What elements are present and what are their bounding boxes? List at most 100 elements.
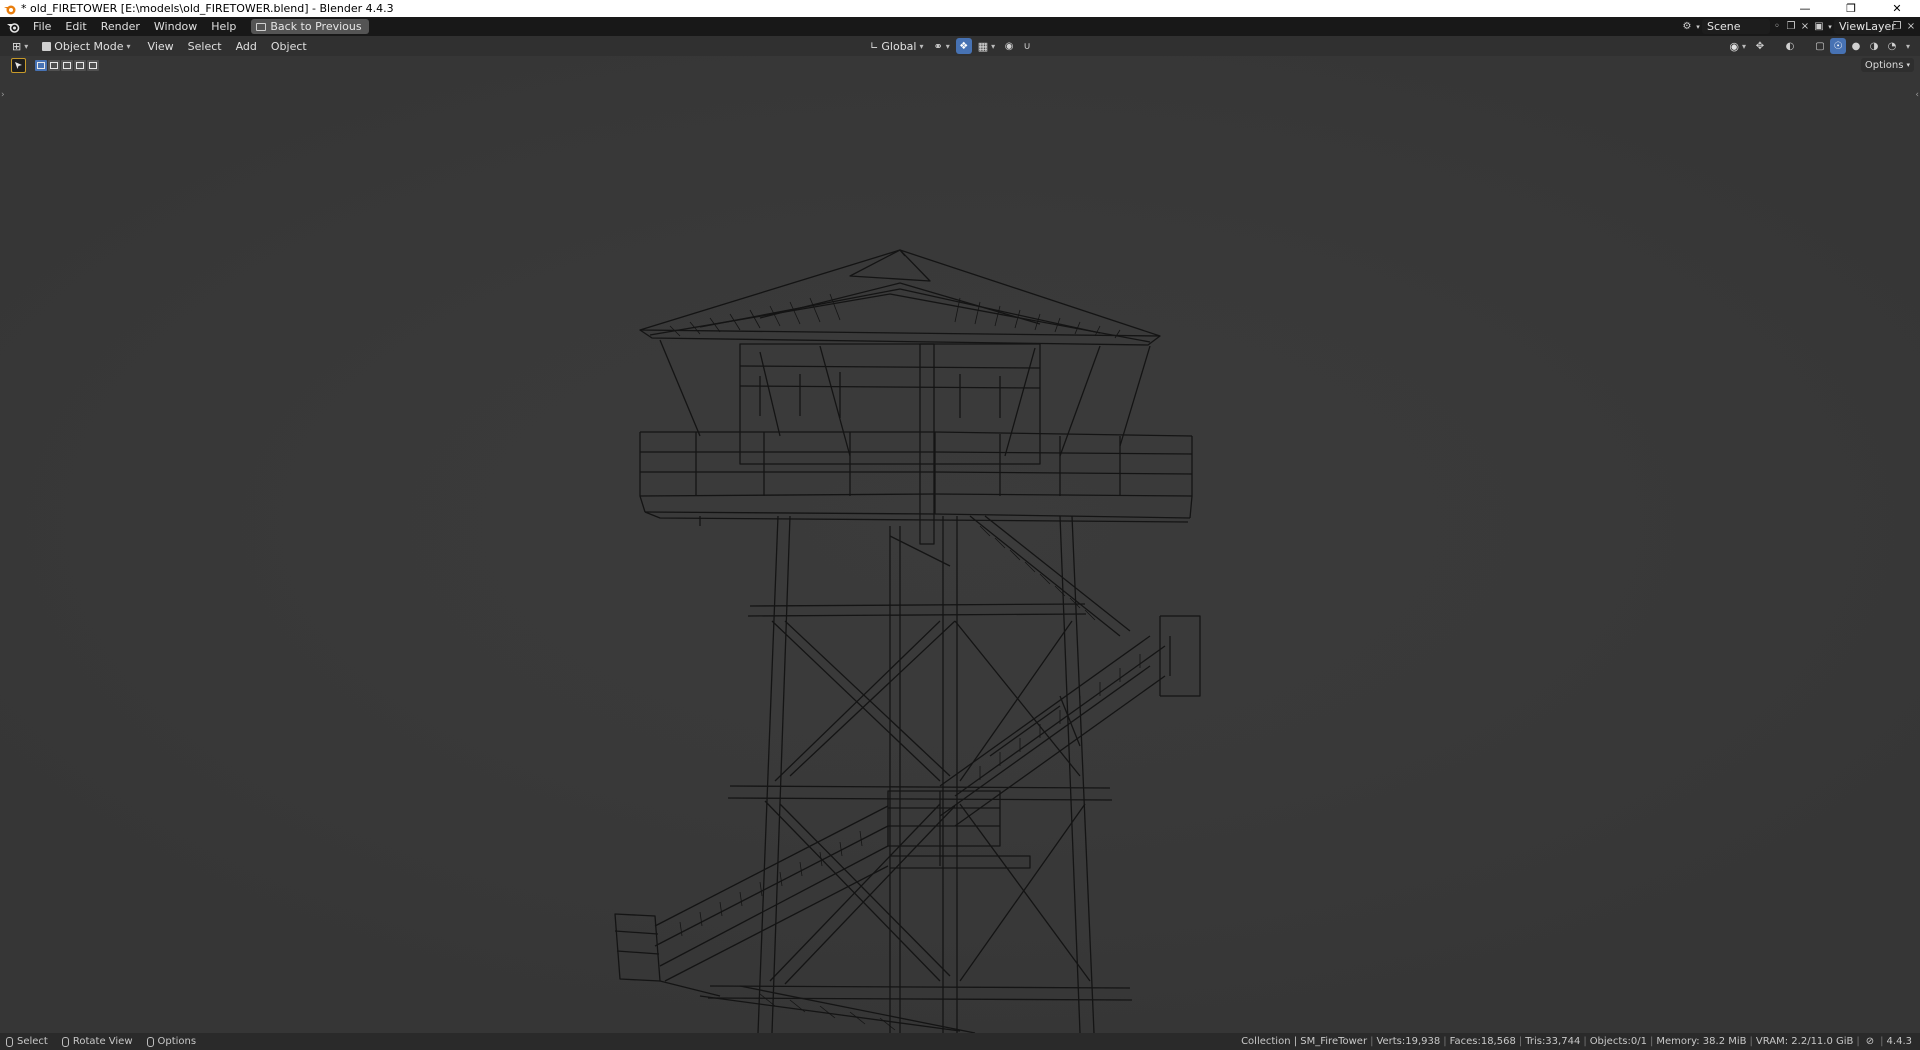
snap-increment-icon: ▦ (977, 39, 989, 53)
select-intersect-icon[interactable] (87, 59, 99, 71)
status-hint-rotate-view: Rotate View (61, 1036, 133, 1047)
window-title: * old_FIRETOWER [E:\models\old_FIRETOWER… (21, 2, 394, 15)
view-layer-icon[interactable]: ▣ (1812, 20, 1826, 33)
status-hint-options: Options (146, 1036, 197, 1047)
mouse-middle-icon (61, 1036, 69, 1047)
object-mode-icon (42, 41, 52, 51)
pin-icon[interactable]: ◦ (1770, 20, 1784, 33)
overlays-toggle-icon[interactable]: ◐ (1782, 38, 1798, 54)
shading-options-dropdown[interactable]: ▾ (1902, 38, 1914, 54)
stat-objects: Objects:0/1 (1589, 1036, 1647, 1047)
roof (639, 249, 1161, 346)
status-hint-select: Select (6, 1036, 48, 1047)
scene-icon[interactable]: ⚙ (1680, 20, 1694, 33)
blender-logo-icon (7, 22, 20, 33)
xray-toggle-icon[interactable]: ▢ (1812, 38, 1828, 54)
top-bar: File Edit Render Window Help Back to Pre… (0, 17, 1920, 36)
upper-stair-treads (979, 525, 1141, 780)
delete-scene-icon[interactable]: × (1798, 20, 1812, 33)
view-layer-dropdown-chevron-icon[interactable]: ▾ (1826, 20, 1834, 33)
proportional-editing-icon[interactable]: ◉ (1001, 38, 1017, 54)
visibility-dropdown[interactable]: ◉ ▾ (1725, 38, 1750, 54)
scene-field[interactable]: Scene (1702, 19, 1770, 34)
mouse-right-icon (146, 1036, 154, 1047)
view-layer-field[interactable]: ViewLayer (1834, 19, 1896, 34)
cursor-arrow-icon (15, 61, 22, 69)
editor-type-dropdown[interactable]: ⊞ ▾ (8, 38, 32, 54)
blender-menu-icon[interactable] (0, 17, 26, 36)
screen-icon (256, 22, 267, 31)
orientation-label: Global (881, 39, 917, 53)
selection-mode-group (35, 59, 99, 71)
menu-add[interactable]: Add (229, 37, 264, 56)
toolbar-expand-icon[interactable]: › (1, 90, 5, 100)
chevron-down-icon: ▾ (126, 41, 131, 51)
new-scene-icon[interactable]: ❐ (1784, 20, 1798, 33)
stat-collection: Collection | SM_FireTower (1241, 1036, 1368, 1047)
chevron-down-icon: ▾ (991, 41, 996, 51)
mouse-left-icon (6, 1036, 13, 1047)
chevron-down-icon: ▾ (945, 41, 950, 51)
3d-viewport[interactable]: › ‹ (0, 56, 1920, 1033)
tool-settings-bar (0, 56, 1920, 74)
restore-button[interactable]: ❐ (1828, 0, 1874, 17)
scene-name: Scene (1707, 20, 1741, 33)
lower-stair-treads (679, 830, 896, 1031)
shading-wireframe-icon[interactable]: ☉ (1829, 38, 1846, 54)
gizmo-toggle-icon[interactable]: ✥ (1752, 38, 1768, 54)
status-hint-label: Select (17, 1036, 48, 1047)
snap-toggle-icon[interactable]: ❖ (955, 38, 972, 54)
snap-target-dropdown[interactable]: ▦ ▾ (974, 38, 999, 54)
stat-version: 4.4.3 (1886, 1036, 1912, 1047)
back-to-previous-label: Back to Previous (270, 20, 362, 33)
stat-memory: Memory: 38.2 MiB (1656, 1036, 1747, 1047)
chevron-down-icon: ▾ (1741, 41, 1746, 51)
orientation-axes-icon: ∟ (870, 40, 879, 52)
select-extend-icon[interactable] (48, 59, 60, 71)
scene-dropdown-chevron-icon[interactable]: ▾ (1694, 20, 1702, 33)
stat-vram: VRAM: 2.2/11.0 GiB (1755, 1036, 1854, 1047)
options-dropdown[interactable]: Options ▾ (1860, 58, 1914, 72)
tower-legs (757, 515, 1095, 1033)
scene-statistics: Collection | SM_FireTower | Verts:19,938 |… (1241, 1036, 1912, 1047)
chevron-down-icon: ▾ (919, 41, 924, 51)
proportional-falloff-icon[interactable]: ∪ (1019, 38, 1035, 54)
stat-verts: Verts:19,938 (1376, 1036, 1441, 1047)
back-to-previous-button[interactable]: Back to Previous (251, 19, 369, 34)
menu-view[interactable]: View (141, 37, 181, 56)
status-hint-label: Rotate View (72, 1036, 133, 1047)
close-button[interactable]: ✕ (1874, 0, 1920, 17)
balcony (639, 431, 1193, 526)
pivot-point-dropdown[interactable]: ⚭ ▾ (930, 38, 954, 54)
menu-file[interactable]: File (26, 17, 58, 36)
options-label: Options (1864, 59, 1904, 71)
select-subtract-icon[interactable] (61, 59, 73, 71)
select-set-icon[interactable] (35, 59, 47, 71)
status-bar: Select Rotate View Options Collection | … (0, 1033, 1920, 1050)
sidebar-expand-icon[interactable]: ‹ (1915, 90, 1919, 100)
menu-edit[interactable]: Edit (58, 17, 93, 36)
menu-window[interactable]: Window (147, 17, 204, 36)
viewport-header: ⊞ ▾ Object Mode ▾ View Select Add Object … (0, 36, 1920, 56)
transform-orientation-dropdown[interactable]: ∟ Global ▾ (866, 38, 928, 54)
mode-dropdown[interactable]: Object Mode ▾ (38, 38, 134, 54)
eye-icon: ◉ (1729, 39, 1739, 53)
chevron-down-icon: ▾ (24, 41, 29, 51)
shading-rendered-icon[interactable]: ◔ (1884, 38, 1900, 54)
select-difference-icon[interactable] (74, 59, 86, 71)
chevron-down-icon: ▾ (1905, 41, 1910, 51)
shading-solid-icon[interactable]: ● (1848, 38, 1864, 54)
menu-render[interactable]: Render (94, 17, 147, 36)
menu-object[interactable]: Object (264, 37, 314, 56)
blender-app-icon (4, 5, 16, 14)
shading-material-icon[interactable]: ◑ (1866, 38, 1882, 54)
new-view-layer-icon[interactable]: ❐ (1890, 20, 1904, 33)
fire-tower-wireframe (614, 249, 1201, 1033)
menu-help[interactable]: Help (204, 17, 243, 36)
select-box-icon[interactable] (11, 57, 26, 73)
stat-tris: Tris:33,744 (1525, 1036, 1581, 1047)
menu-select[interactable]: Select (181, 37, 229, 56)
minimize-button[interactable]: — (1782, 0, 1828, 17)
delete-view-layer-icon[interactable]: × (1904, 20, 1918, 33)
status-hint-label: Options (157, 1036, 197, 1047)
